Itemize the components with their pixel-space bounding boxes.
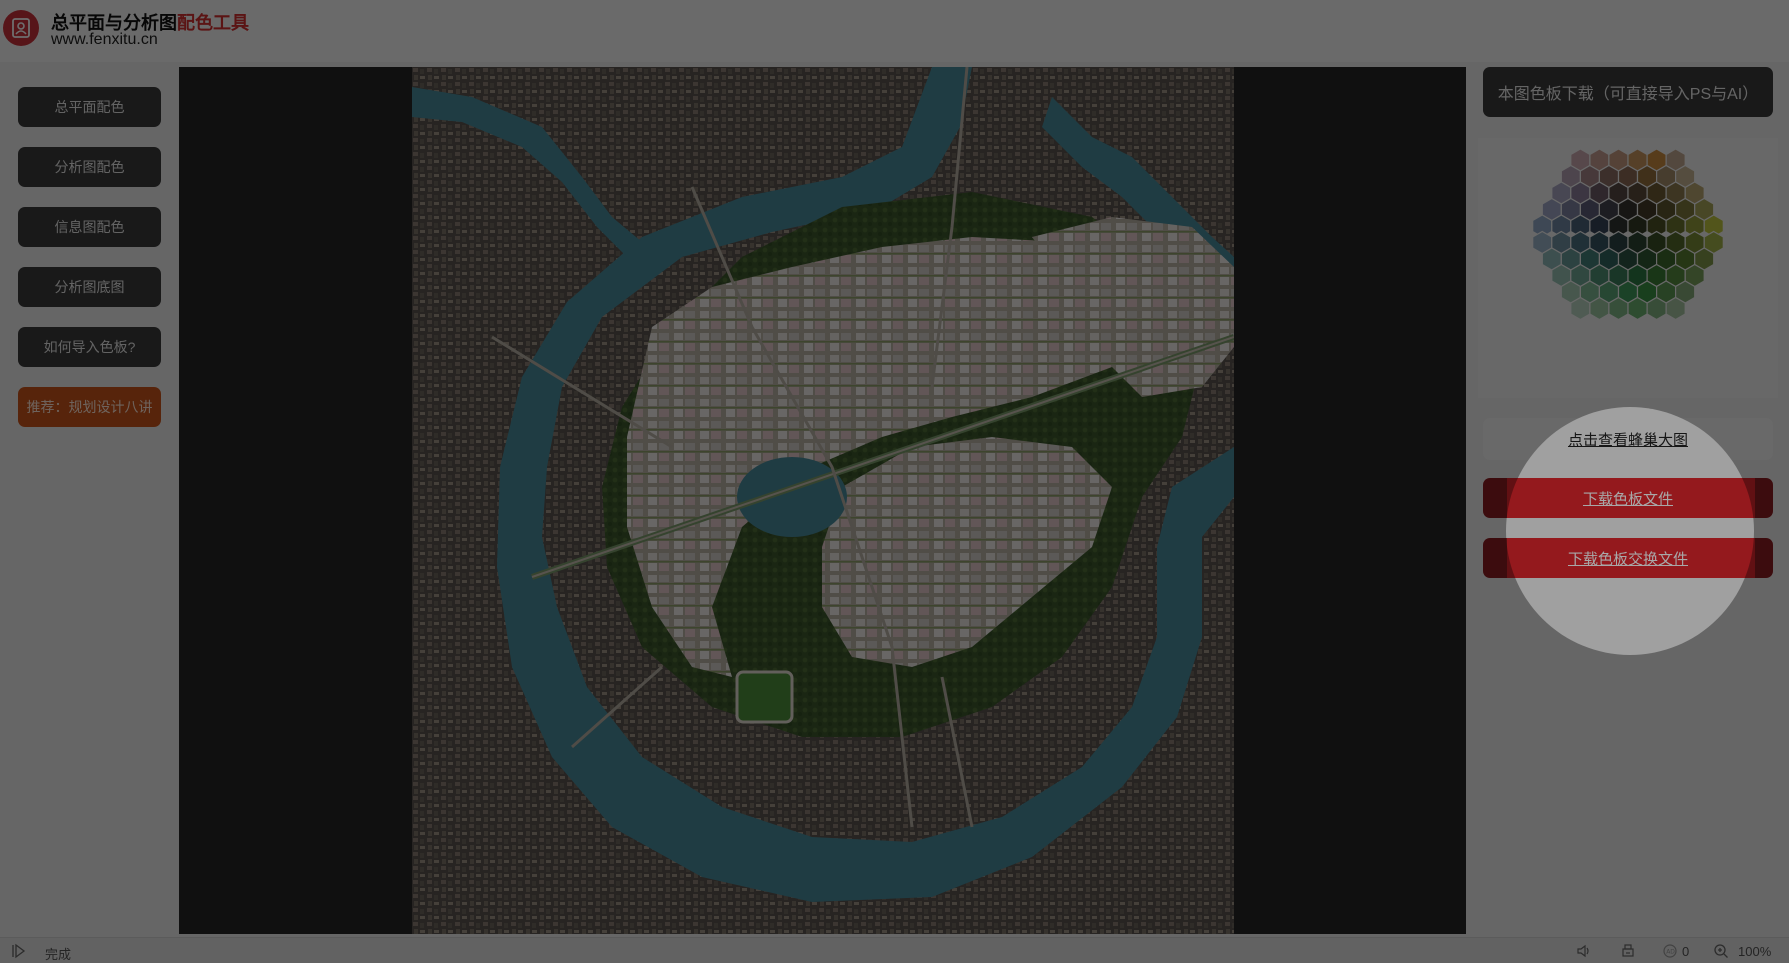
brand-url: www.fenxitu.cn — [51, 31, 158, 48]
app-window: 总平面与分析图配色工具 www.fenxitu.cn 总平面配色 分析图配色 信… — [0, 0, 1789, 963]
print-icon[interactable] — [1620, 943, 1636, 959]
brand-title-main: 总平面与分析图 — [51, 13, 177, 33]
download-palette-label[interactable]: 下载色板文件 — [1583, 488, 1673, 509]
view-honeycomb-row: 点击查看蜂巢大图 — [1483, 418, 1773, 460]
download-swatch-exchange-label[interactable]: 下载色板交换文件 — [1568, 548, 1688, 569]
palette-swatch[interactable] — [1570, 296, 1591, 321]
status-text: 完成 — [45, 947, 72, 962]
honeycomb-palette[interactable] — [1478, 138, 1778, 398]
ad-block-icon[interactable]: AD — [1662, 943, 1678, 959]
logo[interactable] — [3, 10, 39, 46]
palette-swatch[interactable] — [1627, 296, 1648, 321]
honeycomb-palette-graphic — [1532, 148, 1724, 321]
header: 总平面与分析图配色工具 www.fenxitu.cn — [0, 0, 1789, 62]
nav-infographic-colors[interactable]: 信息图配色 — [18, 207, 161, 247]
ad-block-count: 0 — [1682, 944, 1690, 959]
download-palette-button[interactable]: 下载色板文件 — [1483, 478, 1773, 518]
download-swatch-exchange-button[interactable]: 下载色板交换文件 — [1483, 538, 1773, 578]
palette-download-header: 本图色板下载（可直接导入PS与AI） — [1483, 67, 1773, 117]
image-viewer — [179, 67, 1466, 934]
status-bar: 完成 AD 0 100% — [0, 937, 1789, 963]
palette-swatch[interactable] — [1665, 296, 1686, 321]
view-honeycomb-link[interactable]: 点击查看蜂巢大图 — [1568, 429, 1688, 450]
palette-swatch[interactable] — [1608, 296, 1629, 321]
speaker-icon[interactable] — [1576, 943, 1592, 959]
zoom-level: 100% — [1738, 944, 1772, 959]
nav-recommend[interactable]: 推荐：规划设计八讲 — [18, 387, 161, 427]
master-plan-image — [412, 67, 1234, 934]
page-status-icon — [10, 943, 26, 959]
master-plan-graphic — [412, 67, 1234, 934]
nav-analysis-colors[interactable]: 分析图配色 — [18, 147, 161, 187]
nav-analysis-basemap[interactable]: 分析图底图 — [18, 267, 161, 307]
nav-how-to-import[interactable]: 如何导入色板? — [18, 327, 161, 367]
palette-swatch[interactable] — [1646, 296, 1667, 321]
svg-text:AD: AD — [1666, 949, 1675, 956]
nav-master-plan-colors[interactable]: 总平面配色 — [18, 87, 161, 127]
portrait-icon — [12, 18, 30, 38]
palette-swatch[interactable] — [1589, 296, 1610, 321]
brand-title-accent: 配色工具 — [177, 13, 249, 33]
zoom-icon[interactable] — [1713, 943, 1729, 959]
